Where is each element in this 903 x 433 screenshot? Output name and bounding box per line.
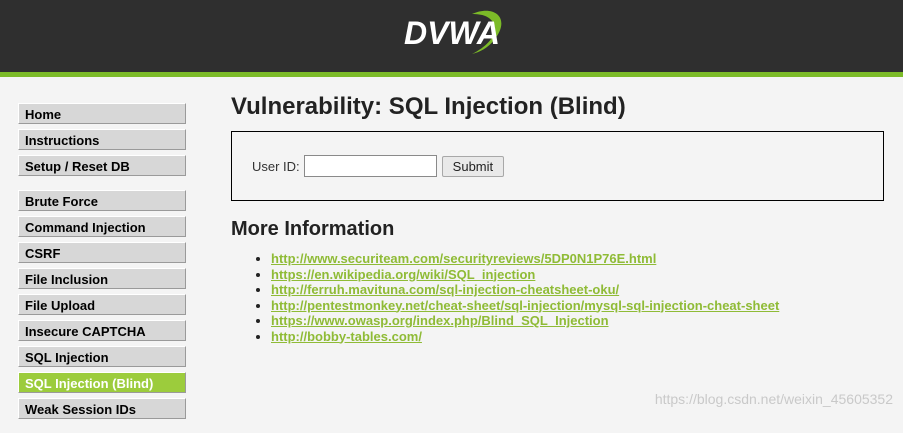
menu-group-general: Home Instructions Setup / Reset DB (18, 103, 190, 176)
header-accent-bar (0, 72, 903, 77)
vulnerable-code-area: User ID: Submit (231, 131, 884, 201)
menu-item-brute-force[interactable]: Brute Force (18, 190, 186, 211)
logo-text: DVWA (404, 15, 500, 51)
list-item: https://www.owasp.org/index.php/Blind_SQ… (271, 313, 884, 329)
link-securiteam[interactable]: http://www.securiteam.com/securityreview… (271, 251, 656, 266)
header-bar: DVWA (0, 0, 903, 72)
menu-item-setup-reset-db[interactable]: Setup / Reset DB (18, 155, 186, 176)
menu-item-home[interactable]: Home (18, 103, 186, 124)
list-item: https://en.wikipedia.org/wiki/SQL_inject… (271, 267, 884, 283)
more-information-heading: More Information (231, 217, 884, 241)
menu-item-weak-session-ids[interactable]: Weak Session IDs (18, 398, 186, 419)
menu-item-file-upload[interactable]: File Upload (18, 294, 186, 315)
menu-item-sql-injection[interactable]: SQL Injection (18, 346, 186, 367)
list-item: http://pentestmonkey.net/cheat-sheet/sql… (271, 298, 884, 314)
menu-item-command-injection[interactable]: Command Injection (18, 216, 186, 237)
menu-item-file-inclusion[interactable]: File Inclusion (18, 268, 186, 289)
link-owasp-blind-sql-injection[interactable]: https://www.owasp.org/index.php/Blind_SQ… (271, 313, 609, 328)
link-bobby-tables[interactable]: http://bobby-tables.com/ (271, 329, 422, 344)
submit-button[interactable]: Submit (442, 156, 504, 177)
list-item: http://bobby-tables.com/ (271, 329, 884, 345)
main-content: Vulnerability: SQL Injection (Blind) Use… (231, 92, 884, 344)
watermark-text: https://blog.csdn.net/weixin_45605352 (655, 391, 893, 407)
menu-item-insecure-captcha[interactable]: Insecure CAPTCHA (18, 320, 186, 341)
menu-item-csrf[interactable]: CSRF (18, 242, 186, 263)
menu-item-instructions[interactable]: Instructions (18, 129, 186, 150)
user-id-input[interactable] (304, 155, 437, 177)
dvwa-logo: DVWA (398, 6, 508, 62)
link-wikipedia-sql-injection[interactable]: https://en.wikipedia.org/wiki/SQL_inject… (271, 267, 535, 282)
list-item: http://ferruh.mavituna.com/sql-injection… (271, 282, 884, 298)
more-information-links: http://www.securiteam.com/securityreview… (231, 251, 884, 344)
list-item: http://www.securiteam.com/securityreview… (271, 251, 884, 267)
sidebar-menu: Home Instructions Setup / Reset DB Brute… (18, 103, 190, 433)
user-id-label: User ID: (252, 159, 300, 174)
user-id-form: User ID: Submit (252, 155, 504, 177)
page-title: Vulnerability: SQL Injection (Blind) (231, 92, 884, 122)
menu-group-vulnerabilities: Brute Force Command Injection CSRF File … (18, 190, 190, 419)
link-ferruh-mavituna[interactable]: http://ferruh.mavituna.com/sql-injection… (271, 282, 619, 297)
menu-item-sql-injection-blind[interactable]: SQL Injection (Blind) (18, 372, 186, 393)
link-pentestmonkey[interactable]: http://pentestmonkey.net/cheat-sheet/sql… (271, 298, 779, 313)
